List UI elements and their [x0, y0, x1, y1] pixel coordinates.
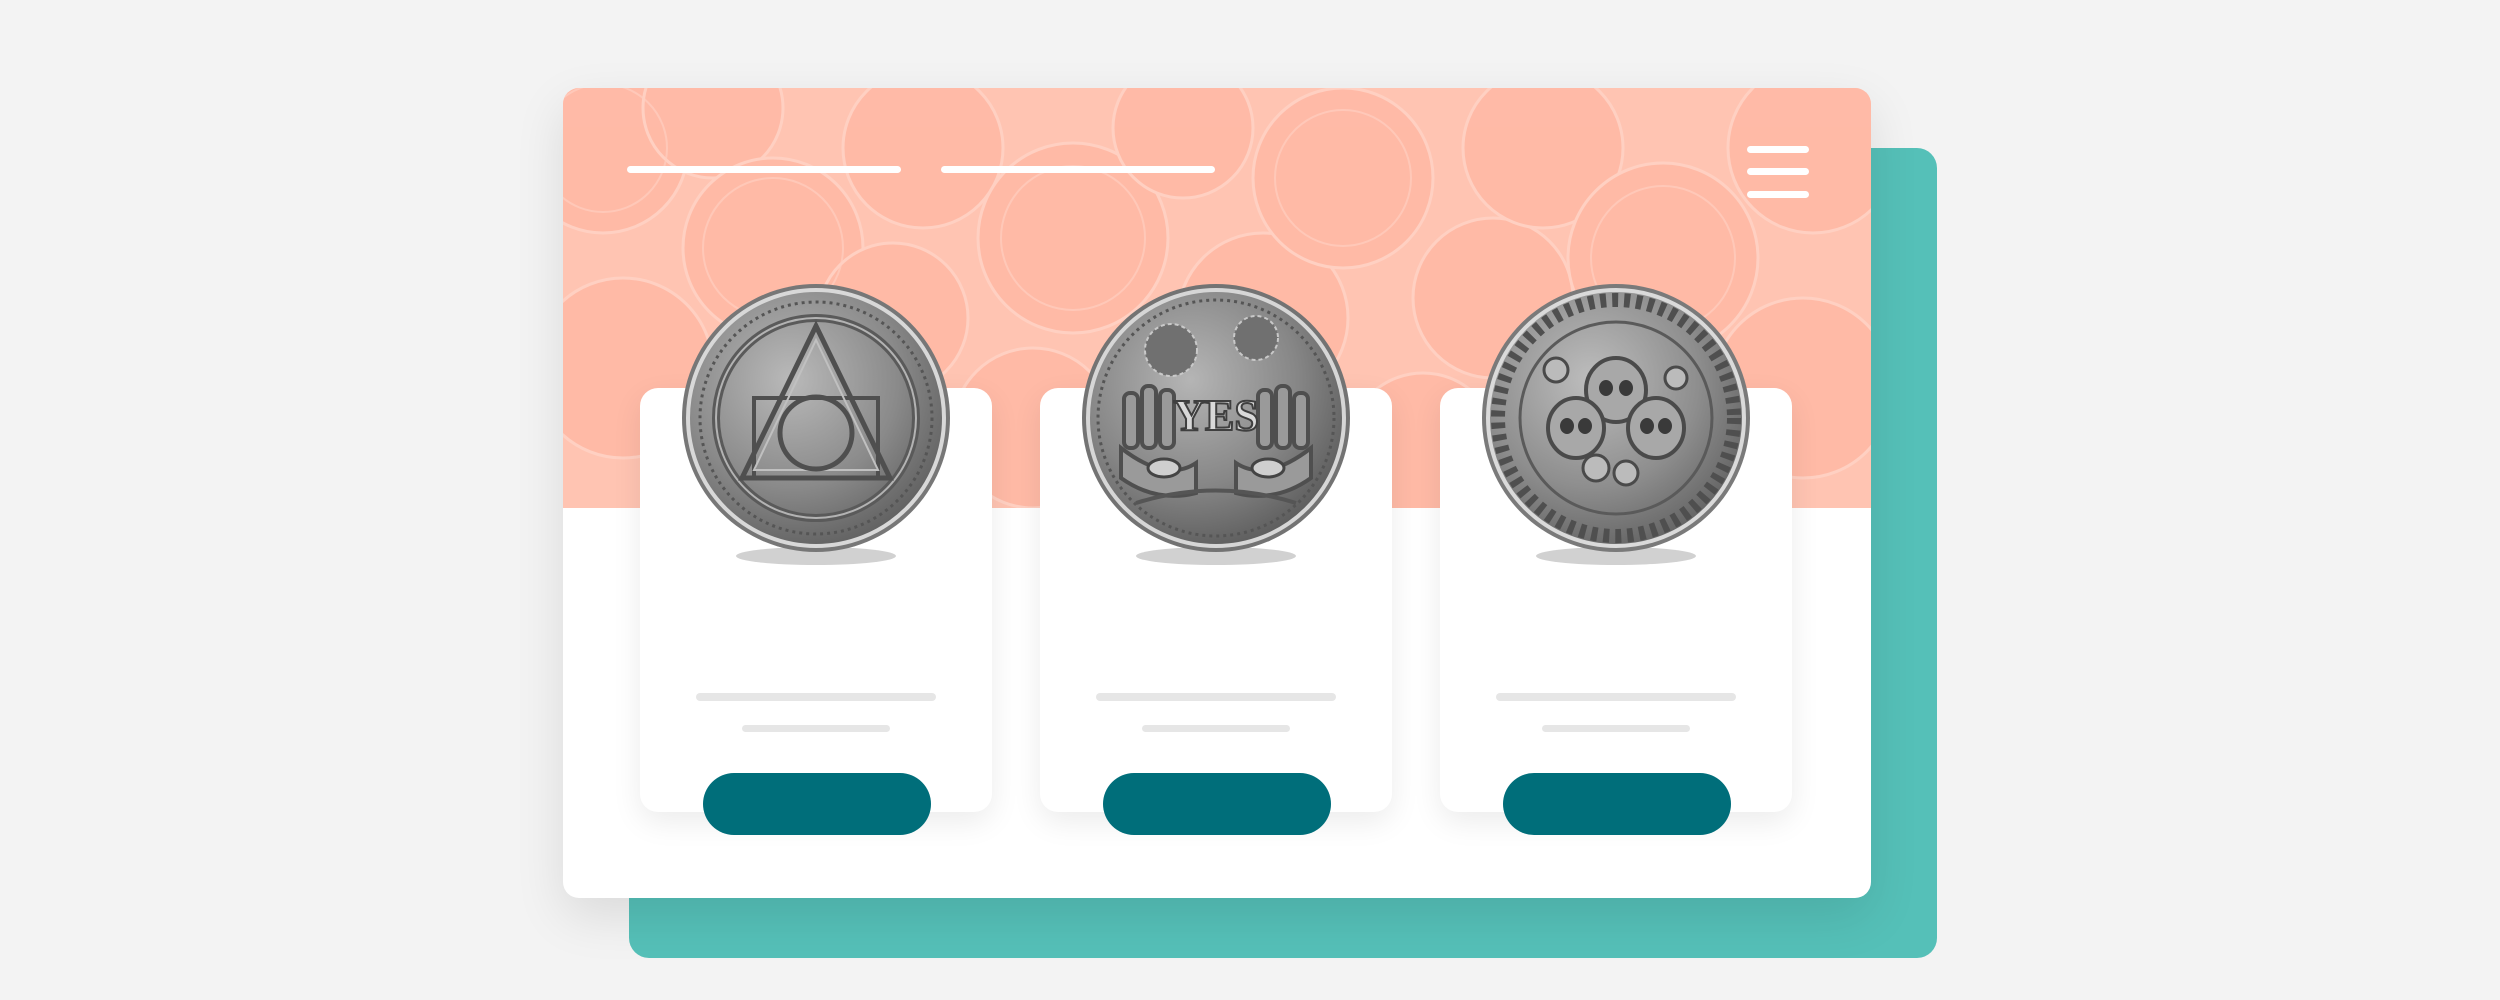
- hamburger-icon-line: [1747, 146, 1809, 153]
- product-card: YES: [1040, 284, 1392, 835]
- product-card: [1440, 284, 1792, 835]
- app-window: YES: [563, 88, 1871, 898]
- card-subtitle-placeholder: [1542, 725, 1690, 732]
- nav-link-1[interactable]: [627, 166, 901, 173]
- product-card: [640, 284, 992, 835]
- nav-link-2[interactable]: [941, 166, 1215, 173]
- hamburger-icon-line: [1747, 191, 1809, 198]
- card-action-button[interactable]: [1103, 773, 1331, 835]
- card-title-placeholder: [1096, 693, 1336, 701]
- card-title-placeholder: [1496, 693, 1736, 701]
- card-subtitle-placeholder: [1142, 725, 1290, 732]
- hamburger-menu-button[interactable]: [1747, 146, 1809, 198]
- hamburger-icon-line: [1747, 168, 1809, 175]
- card-subtitle-placeholder: [742, 725, 890, 732]
- card-title-placeholder: [696, 693, 936, 701]
- skulls-coin-icon[interactable]: [1476, 278, 1756, 568]
- svg-text:YES: YES: [1173, 391, 1259, 440]
- philosophers-stone-coin-icon[interactable]: [676, 278, 956, 568]
- card-action-button[interactable]: [703, 773, 931, 835]
- yes-no-decision-coin-icon[interactable]: YES: [1076, 278, 1356, 568]
- card-action-button[interactable]: [1503, 773, 1731, 835]
